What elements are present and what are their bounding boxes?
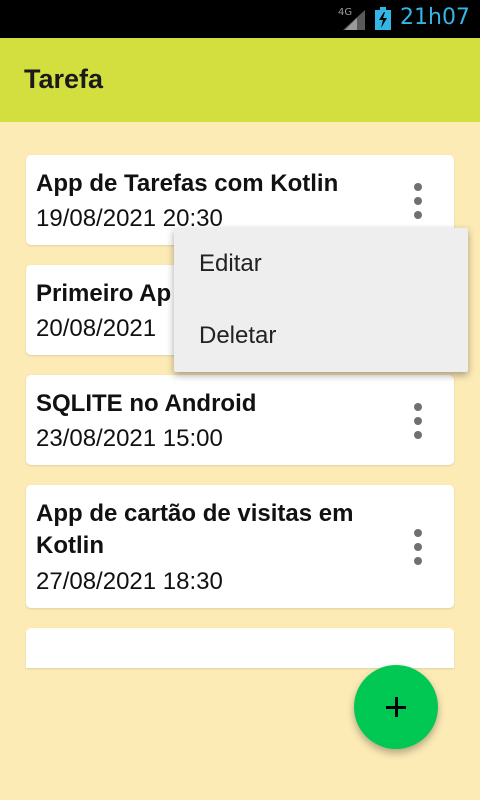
menu-item-label: Editar (199, 250, 262, 277)
task-card[interactable] (26, 628, 454, 668)
task-options-menu: Editar Deletar (174, 228, 468, 372)
more-options-icon[interactable] (410, 403, 426, 443)
add-task-button[interactable] (354, 665, 438, 749)
task-date: 20/08/2021 (36, 315, 157, 342)
menu-item-edit[interactable]: Editar (174, 228, 468, 300)
status-bar: 4G 21h07 (0, 0, 480, 38)
task-date: 27/08/2021 18:30 (36, 568, 223, 595)
more-options-icon[interactable] (410, 183, 426, 223)
task-card[interactable]: App de cartão de visitas em Kotlin 27/08… (26, 485, 454, 608)
menu-item-delete[interactable]: Deletar (174, 300, 468, 372)
app-bar: Tarefa (0, 38, 480, 122)
menu-item-label: Deletar (199, 322, 277, 349)
page-title: Tarefa (24, 64, 104, 94)
status-clock: 21h07 (400, 5, 470, 30)
signal-icon (343, 10, 365, 30)
task-date: 23/08/2021 15:00 (36, 425, 223, 452)
task-title: App de cartão de visitas em Kotlin (36, 500, 354, 559)
task-card[interactable]: SQLITE no Android 23/08/2021 15:00 (26, 375, 454, 465)
more-options-icon[interactable] (410, 529, 426, 569)
task-title: SQLITE no Android (36, 390, 257, 417)
task-title: App de Tarefas com Kotlin (36, 170, 339, 197)
battery-charging-icon (375, 7, 391, 30)
